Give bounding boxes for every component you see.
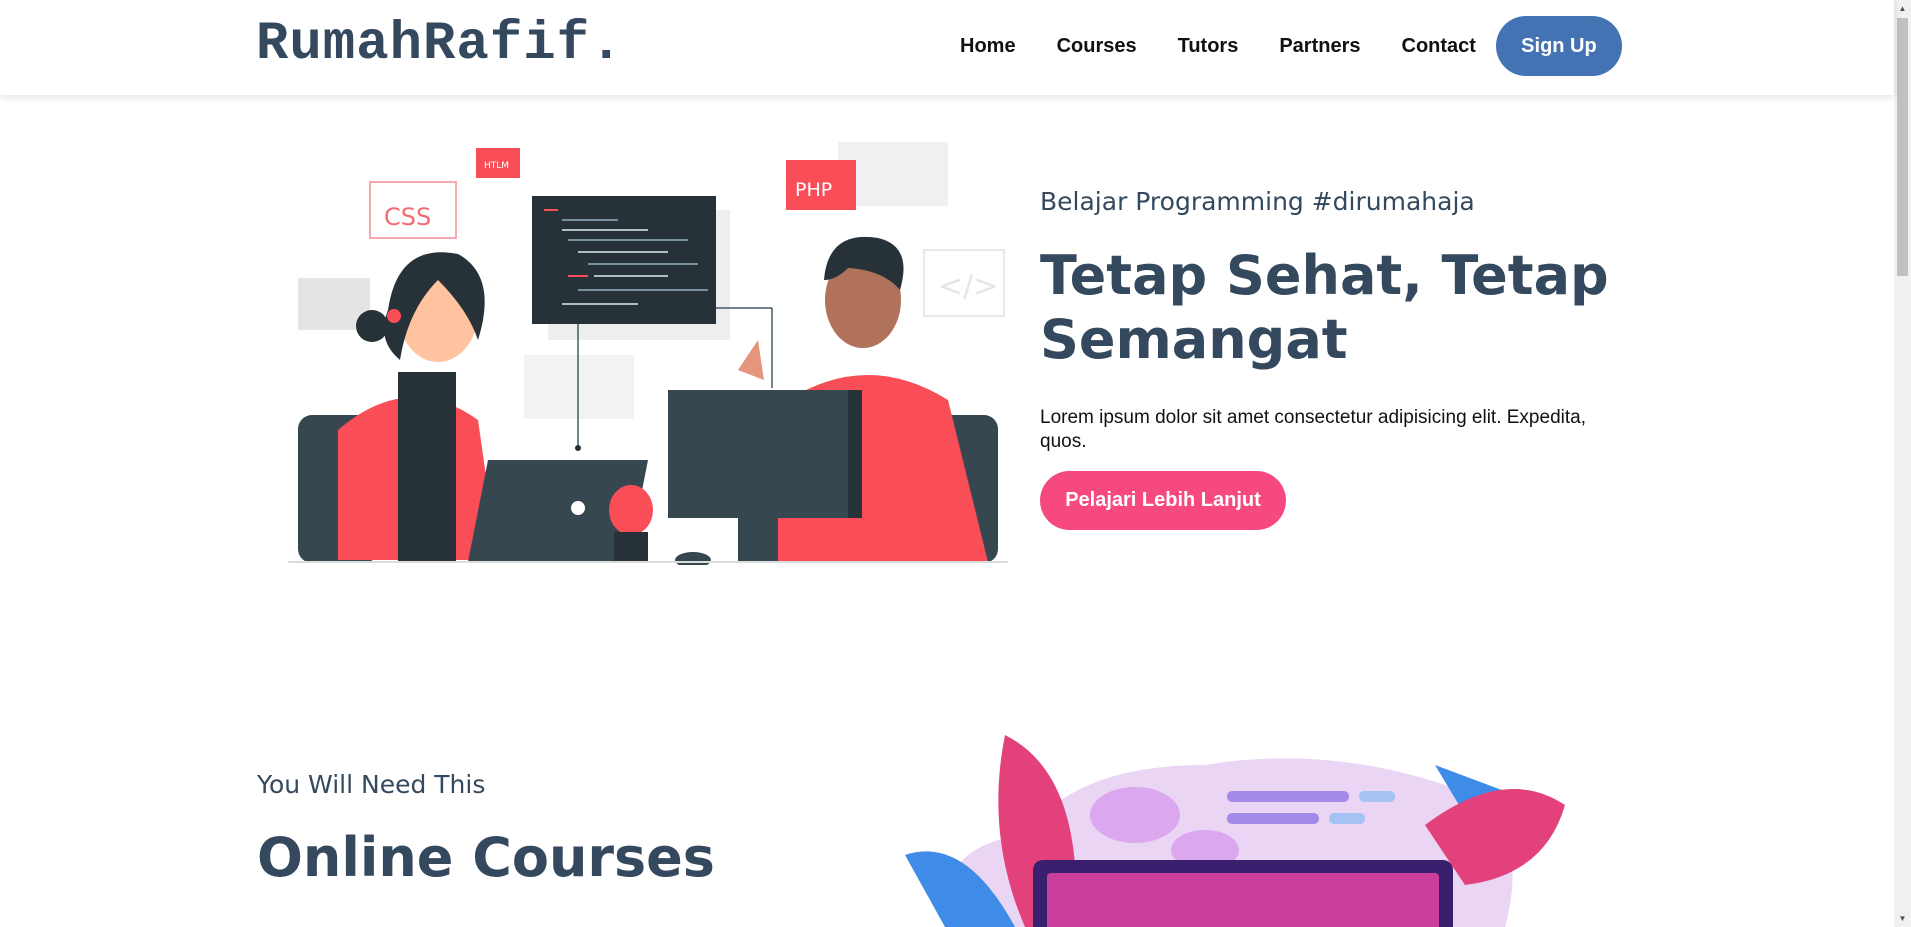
- woman-sweater: [398, 372, 456, 562]
- cactus: [609, 485, 653, 535]
- cactus-pot: [614, 532, 648, 562]
- signup-button[interactable]: Sign Up: [1495, 16, 1622, 76]
- hero-title: Tetap Sehat, Tetap Semangat: [1040, 244, 1609, 371]
- online-courses-illustration: [905, 735, 1565, 927]
- code-tag-icon: </>: [938, 269, 998, 304]
- nav-link-tutors[interactable]: Tutors: [1178, 35, 1239, 58]
- courses-subtitle: You Will Need This: [257, 770, 486, 799]
- html-card-label: HTLM: [484, 161, 509, 171]
- navbar: RumahRafif. Home Courses Tutors Partners…: [0, 0, 1894, 95]
- learn-more-button[interactable]: Pelajari Lebih Lanjut: [1040, 471, 1286, 530]
- hero-illustration: </> CSS HTLM PHP: [288, 142, 1008, 565]
- mouse: [675, 552, 711, 565]
- nav-link-contact[interactable]: Contact: [1402, 35, 1476, 58]
- man-hand: [738, 340, 764, 380]
- scroll-up-icon[interactable]: ▲: [1894, 0, 1911, 17]
- cloud: [1090, 787, 1180, 843]
- floating-card: [524, 355, 634, 419]
- hero-subtitle: Belajar Programming #dirumahaja: [1040, 187, 1475, 216]
- php-card-label: PHP: [795, 179, 832, 201]
- page-scrollbar[interactable]: ▲ ▼: [1894, 0, 1911, 927]
- nav-link-courses[interactable]: Courses: [1057, 35, 1137, 58]
- brand-logo[interactable]: RumahRafif.: [256, 14, 623, 75]
- scroll-down-icon[interactable]: ▼: [1894, 910, 1911, 927]
- nav-link-partners[interactable]: Partners: [1279, 35, 1360, 58]
- courses-title: Online Courses: [257, 826, 715, 889]
- css-card-label: CSS: [384, 203, 431, 231]
- monitor: [668, 390, 862, 518]
- nav-menu: Home Courses Tutors Partners Contact Sig…: [960, 16, 1622, 76]
- hero-description: Lorem ipsum dolor sit amet consectetur a…: [1040, 407, 1586, 452]
- nav-link-home[interactable]: Home: [960, 35, 1016, 58]
- scroll-thumb[interactable]: [1897, 18, 1908, 276]
